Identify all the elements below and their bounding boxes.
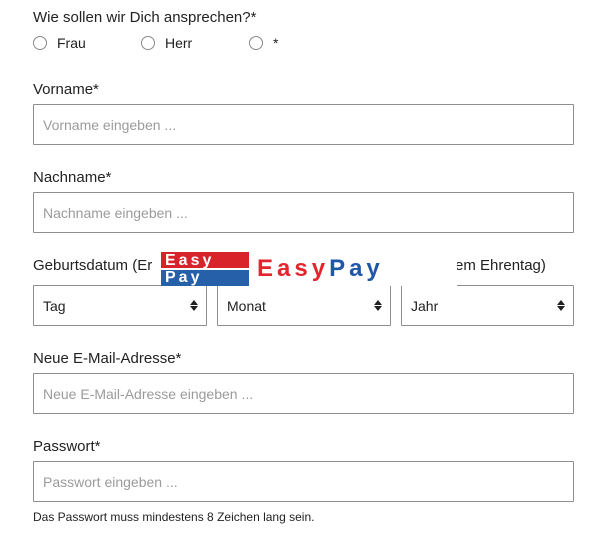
radio-circle[interactable] — [141, 36, 155, 50]
day-select-value: Tag — [43, 297, 66, 314]
easypay-badge-logo: Easy Pay — [161, 252, 249, 286]
month-select[interactable]: Monat — [217, 285, 391, 326]
radio-other[interactable]: * — [249, 35, 278, 51]
radio-circle[interactable] — [33, 36, 47, 50]
radio-label: Herr — [165, 35, 193, 51]
firstname-field[interactable] — [33, 104, 574, 145]
radio-circle[interactable] — [249, 36, 263, 50]
radio-label: Frau — [57, 35, 86, 51]
badge-stripe — [161, 268, 249, 270]
year-select-value: Jahr — [411, 297, 439, 314]
salutation-question: Wie sollen wir Dich ansprechen?* — [33, 9, 257, 26]
updown-arrows-icon — [557, 300, 565, 311]
firstname-label: Vorname* — [33, 81, 99, 98]
radio-frau[interactable]: Frau — [33, 35, 86, 51]
badge-top-text: Easy — [161, 252, 249, 269]
updown-arrows-icon — [374, 300, 382, 311]
updown-arrows-icon — [190, 300, 198, 311]
password-label: Passwort* — [33, 438, 101, 455]
day-select[interactable]: Tag — [33, 285, 207, 326]
wordmark-part1: Easy — [257, 255, 330, 282]
email-label: Neue E-Mail-Adresse* — [33, 350, 182, 367]
lastname-label: Nachname* — [33, 169, 112, 186]
year-select[interactable]: Jahr — [401, 285, 574, 326]
birthday-label-right: em Ehrentag) — [455, 257, 546, 274]
wordmark-part2: Pay — [329, 255, 384, 282]
easypay-wordmark: Easy Pay — [249, 252, 457, 286]
radio-herr[interactable]: Herr — [141, 35, 192, 51]
badge-bottom-text: Pay — [161, 269, 249, 286]
password-field[interactable] — [33, 461, 574, 502]
radio-label: * — [273, 35, 279, 51]
birthday-label-left: Geburtsdatum (Er — [33, 257, 153, 274]
lastname-field[interactable] — [33, 192, 574, 233]
month-select-value: Monat — [227, 297, 266, 314]
password-hint: Das Passwort muss mindestens 8 Zeichen l… — [33, 510, 315, 524]
email-field[interactable] — [33, 373, 574, 414]
